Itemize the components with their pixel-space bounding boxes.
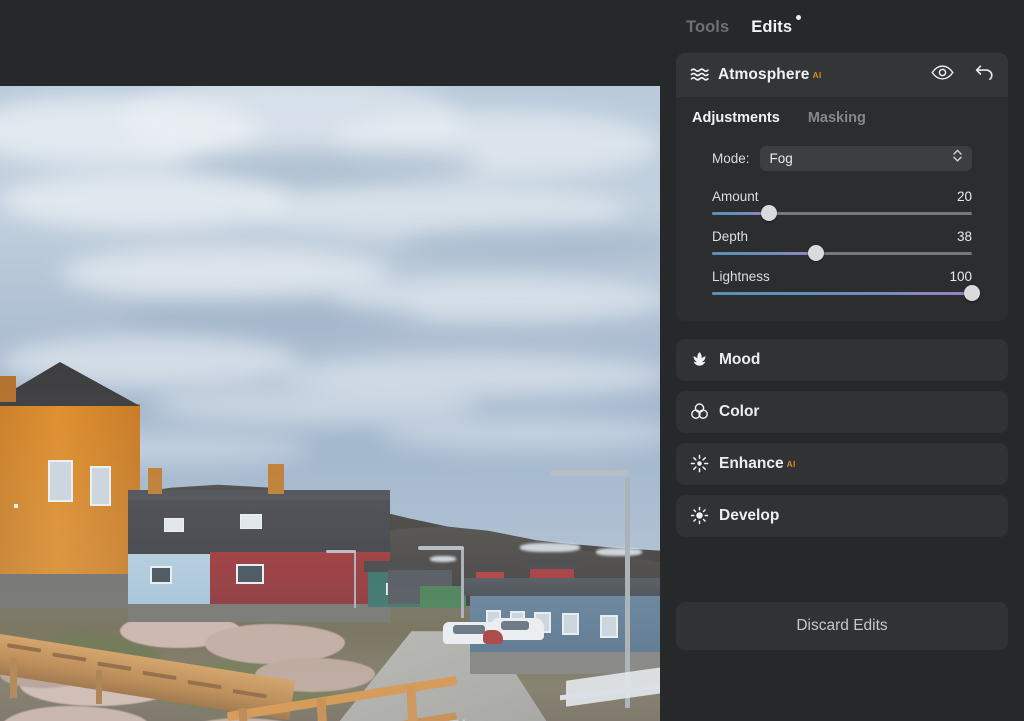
slider-amount-value: 20: [957, 189, 972, 204]
mode-row: Mode: Fog: [712, 146, 972, 171]
slider-depth-header: Depth 38: [712, 229, 972, 244]
waves-icon: [690, 67, 709, 82]
house-green-small: [420, 586, 466, 608]
slider-amount-label: Amount: [712, 189, 759, 204]
slider-depth-value: 38: [957, 229, 972, 244]
canvas-area: [0, 0, 660, 721]
ai-badge: AI: [812, 70, 821, 80]
brightness-icon: [690, 506, 709, 525]
slider-amount-header: Amount 20: [712, 189, 972, 204]
edits-badge-dot: [796, 15, 801, 20]
street-lamp-head: [550, 470, 628, 476]
mode-label: Mode:: [712, 151, 750, 166]
tab-edits-label: Edits: [751, 18, 792, 36]
atmosphere-title: Atmosphere: [718, 66, 809, 84]
slider-depth-label: Depth: [712, 229, 748, 244]
photo-editor-window: Tools Edits Atmosphere AI: [0, 0, 1024, 721]
chevron-updown-icon: [951, 148, 964, 168]
house-orange-foundation: [0, 574, 140, 608]
slider-lightness-thumb[interactable]: [964, 285, 980, 301]
slider-lightness-label: Lightness: [712, 269, 770, 284]
venn-icon: [690, 402, 709, 421]
mode-value: Fog: [770, 151, 793, 166]
module-sub-tabs: Adjustments Masking: [676, 97, 1008, 130]
slider-depth-fill: [712, 252, 816, 255]
slider-lightness-track[interactable]: [712, 292, 972, 295]
undo-arrow-icon[interactable]: [975, 64, 994, 86]
slider-lightness-header: Lightness 100: [712, 269, 972, 284]
section-mood[interactable]: Mood: [676, 339, 1008, 381]
slider-amount-thumb[interactable]: [761, 205, 777, 221]
discard-edits-button[interactable]: Discard Edits: [676, 602, 1008, 650]
slider-depth-thumb[interactable]: [808, 245, 824, 261]
module-header-actions: [931, 64, 994, 86]
photo-preview[interactable]: [0, 86, 660, 721]
chimney: [0, 376, 16, 402]
slider-depth-track[interactable]: [712, 252, 972, 255]
section-develop[interactable]: Develop: [676, 495, 1008, 537]
atmosphere-module: Atmosphere AI: [676, 53, 1008, 321]
boardwalk-support: [10, 658, 17, 698]
mode-select[interactable]: Fog: [760, 146, 972, 171]
boardwalk-support: [96, 670, 102, 704]
car-red: [483, 630, 503, 644]
tab-edits[interactable]: Edits: [751, 18, 792, 38]
slider-amount[interactable]: Amount 20: [712, 189, 972, 215]
tab-tools[interactable]: Tools: [686, 18, 729, 38]
slider-lightness-value: 100: [949, 269, 972, 284]
section-mood-label: Mood: [719, 351, 760, 369]
slider-amount-track[interactable]: [712, 212, 972, 215]
enhance-ai-badge: AI: [787, 459, 796, 469]
house-orange: [0, 404, 140, 586]
atmosphere-module-header[interactable]: Atmosphere AI: [676, 53, 1008, 97]
tab-adjustments[interactable]: Adjustments: [692, 110, 780, 126]
top-tab-bar: Tools Edits: [676, 0, 1008, 38]
house-red: [210, 552, 390, 608]
tab-masking[interactable]: Masking: [808, 110, 866, 126]
edit-panel: Tools Edits Atmosphere AI: [660, 0, 1024, 721]
sparkle-icon: [690, 454, 709, 473]
slider-depth[interactable]: Depth 38: [712, 229, 972, 255]
section-enhance-label: Enhance: [719, 455, 784, 473]
house-lightblue: [128, 554, 210, 608]
discard-edits-label: Discard Edits: [796, 617, 887, 635]
atmosphere-controls: Mode: Fog Amount 20: [676, 130, 1008, 321]
lotus-icon: [690, 351, 709, 368]
section-color-label: Color: [719, 403, 759, 421]
section-develop-label: Develop: [719, 507, 779, 525]
eye-icon[interactable]: [931, 65, 954, 85]
section-enhance[interactable]: Enhance AI: [676, 443, 1008, 485]
slider-lightness-fill: [712, 292, 972, 295]
section-color[interactable]: Color: [676, 391, 1008, 433]
tab-tools-label: Tools: [686, 18, 729, 36]
house-row-foundation: [128, 604, 390, 622]
slider-lightness[interactable]: Lightness 100: [712, 269, 972, 295]
